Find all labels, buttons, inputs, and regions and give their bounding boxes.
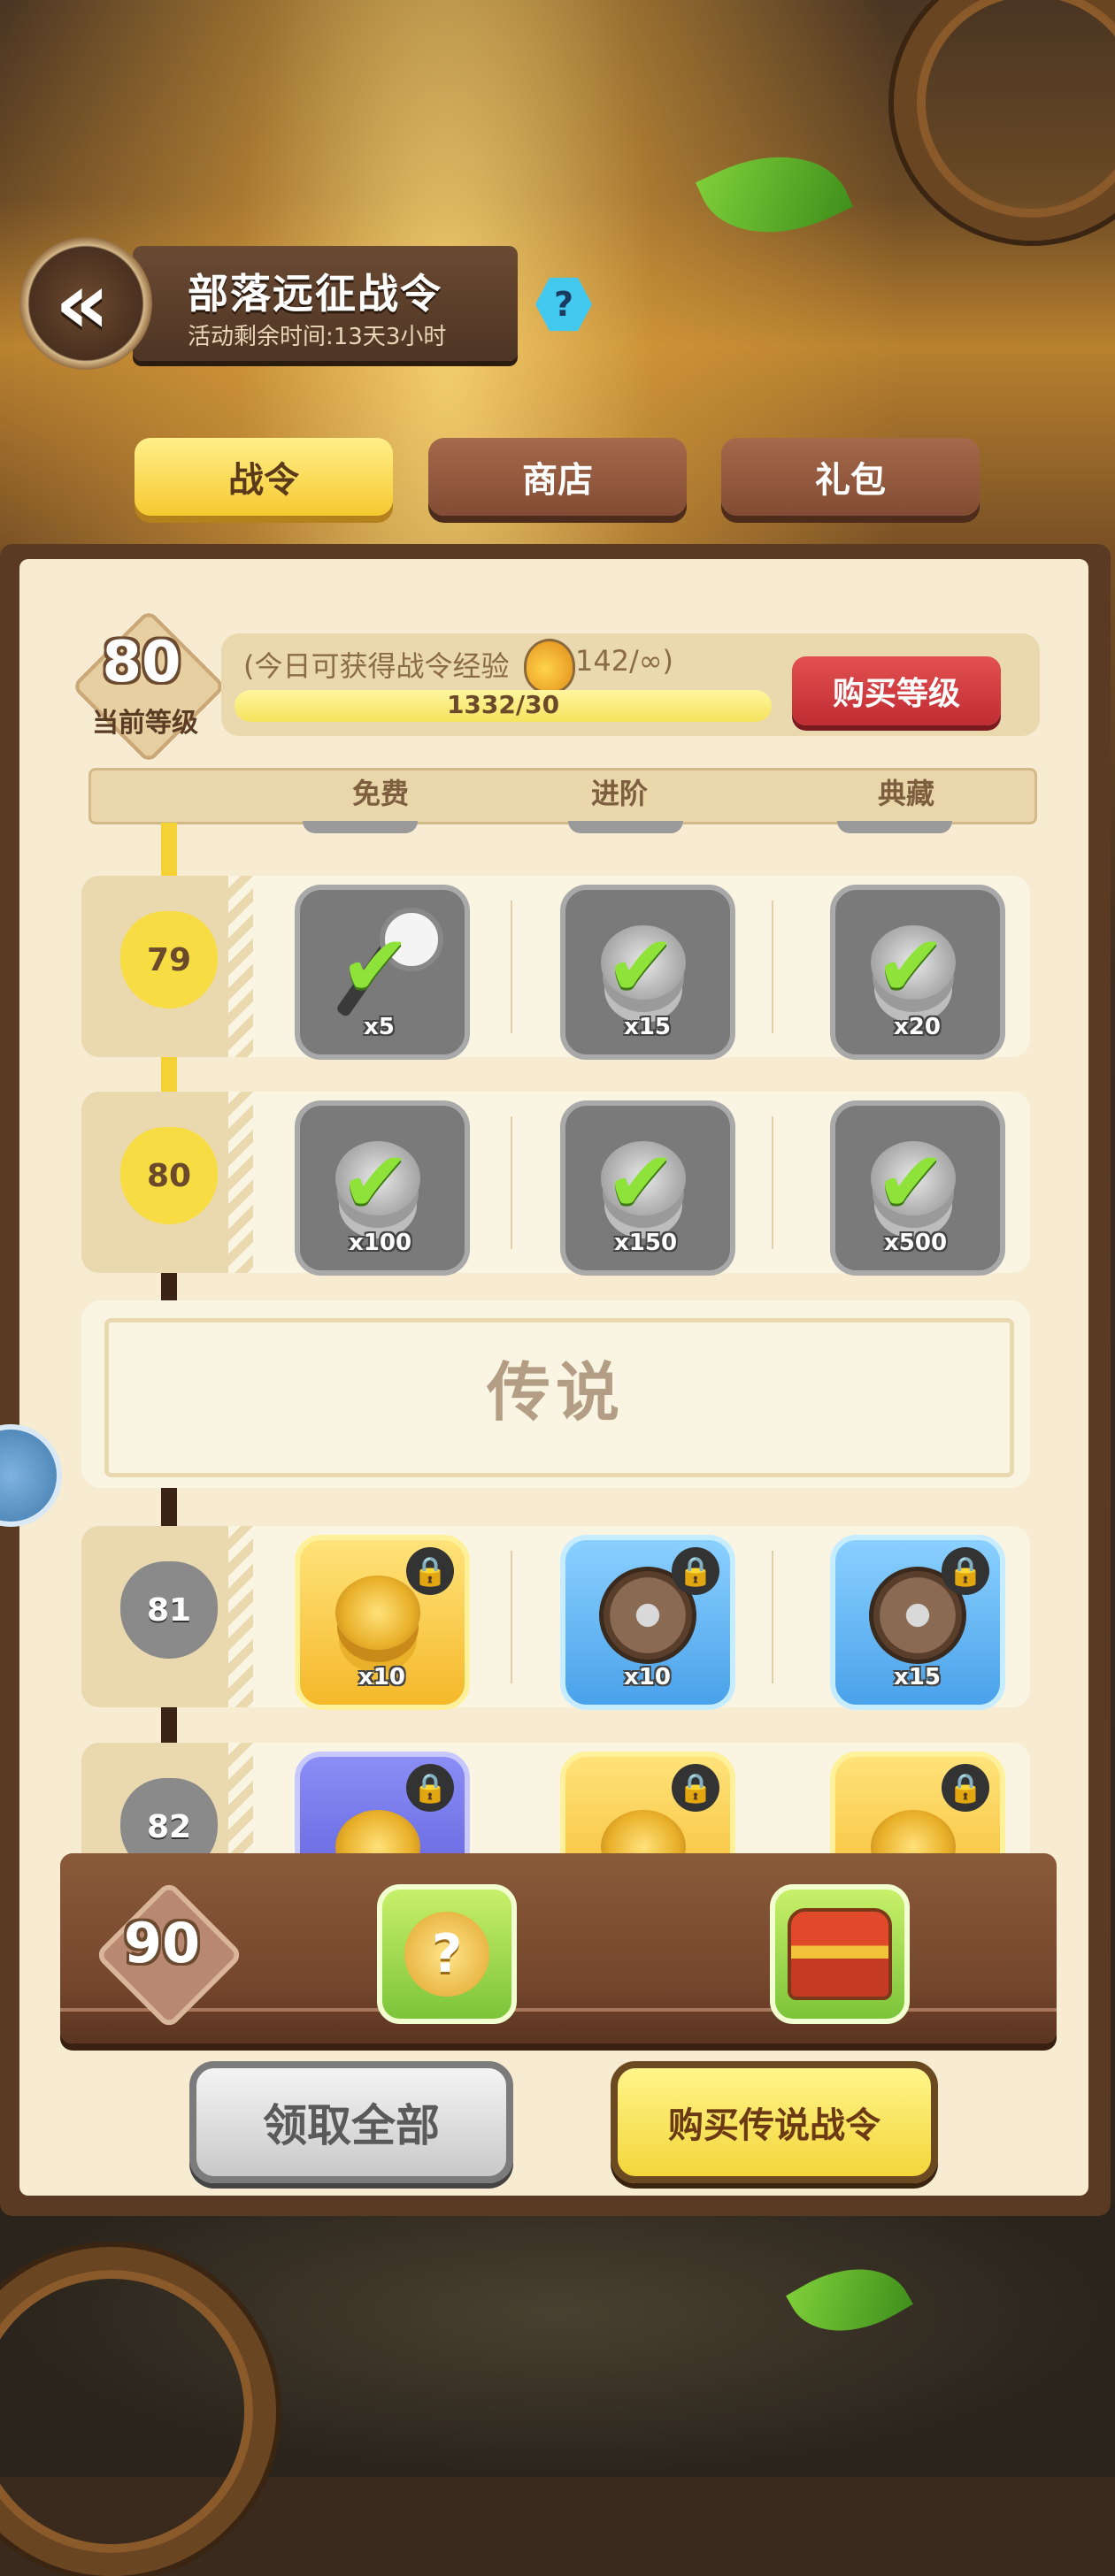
tab-shop[interactable]: 商店 bbox=[428, 438, 687, 516]
lock-icon: 🔒 bbox=[942, 1547, 989, 1595]
claim-all-button[interactable]: 领取全部 bbox=[189, 2061, 513, 2183]
row-divider-zigzag bbox=[228, 1092, 253, 1273]
event-time-remaining: 活动剩余时间:13天3小时 bbox=[188, 324, 447, 350]
chevron-double-left-icon: « bbox=[54, 254, 110, 353]
milestone-level: 90 bbox=[123, 1911, 201, 1975]
reward-qty: x5 bbox=[364, 1014, 395, 1040]
reward-79-collector[interactable]: ✔ x20 bbox=[830, 885, 1005, 1060]
reward-qty: x10 bbox=[358, 1664, 405, 1690]
reward-qty: x100 bbox=[349, 1230, 412, 1256]
reward-qty: x150 bbox=[614, 1230, 678, 1256]
reward-80-free[interactable]: ✔ x100 bbox=[295, 1100, 470, 1276]
lock-icon: 🔒 bbox=[672, 1764, 719, 1812]
column-advanced: 进阶 bbox=[591, 777, 649, 810]
reward-qty: x15 bbox=[894, 1664, 941, 1690]
reward-81-collector[interactable]: 🔒 x15 bbox=[830, 1535, 1005, 1710]
reward-81-advanced[interactable]: 🔒 x10 bbox=[560, 1535, 735, 1710]
column-free: 免费 bbox=[352, 777, 410, 810]
check-icon: ✔ bbox=[340, 916, 411, 1016]
check-icon: ✔ bbox=[875, 1132, 947, 1231]
daily-exp-label: (今日可获得战令经验 bbox=[243, 649, 510, 683]
row-divider-zigzag bbox=[228, 1526, 253, 1707]
reward-81-free[interactable]: 🔒 x10 bbox=[295, 1535, 470, 1710]
level-bag-81: 81 bbox=[120, 1561, 218, 1659]
column-divider bbox=[511, 1551, 512, 1683]
treasure-chest-icon bbox=[788, 1908, 892, 2000]
row-divider-zigzag bbox=[228, 876, 253, 1057]
reward-80-advanced[interactable]: ✔ x150 bbox=[560, 1100, 735, 1276]
gold-coins-icon bbox=[335, 1576, 420, 1650]
reward-qty: x20 bbox=[894, 1014, 941, 1040]
check-icon: ✔ bbox=[875, 916, 947, 1016]
column-divider bbox=[772, 1551, 773, 1683]
current-level-label: 当前等级 bbox=[92, 708, 198, 739]
mystery-orb-icon: ? bbox=[404, 1912, 489, 1997]
tab-gift-pack[interactable]: 礼包 bbox=[721, 438, 980, 516]
lock-icon: 🔒 bbox=[406, 1764, 454, 1812]
current-level-value: 80 bbox=[102, 630, 181, 695]
check-icon: ✔ bbox=[605, 916, 677, 1016]
page-title: 部落远征战令 bbox=[188, 270, 442, 318]
level-bag-80: 80 bbox=[120, 1127, 218, 1224]
question-icon: ? bbox=[553, 285, 574, 324]
daily-exp-limit: 142/∞) bbox=[575, 644, 673, 678]
partial-reward bbox=[568, 821, 683, 833]
reward-qty: x15 bbox=[624, 1014, 671, 1040]
lock-icon: 🔒 bbox=[942, 1764, 989, 1812]
buy-level-button[interactable]: 购买等级 bbox=[792, 656, 1001, 725]
buy-legend-pass-button[interactable]: 购买传说战令 bbox=[611, 2061, 938, 2183]
check-icon: ✔ bbox=[605, 1132, 677, 1231]
lock-icon: 🔒 bbox=[406, 1547, 454, 1595]
reward-80-collector[interactable]: ✔ x500 bbox=[830, 1100, 1005, 1276]
reward-qty: x10 bbox=[624, 1664, 671, 1690]
column-divider bbox=[772, 901, 773, 1033]
reward-79-free[interactable]: ✔ x5 bbox=[295, 885, 470, 1060]
potion-icon bbox=[524, 639, 575, 694]
legend-tier-label: 传说 bbox=[486, 1355, 625, 1430]
column-divider bbox=[772, 1116, 773, 1249]
lock-icon: 🔒 bbox=[672, 1547, 719, 1595]
exp-progress-text: 1332/30 bbox=[446, 690, 560, 719]
reward-qty: x500 bbox=[884, 1230, 948, 1256]
milestone-reward-premium[interactable] bbox=[770, 1884, 910, 2024]
tab-battle-pass[interactable]: 战令 bbox=[135, 438, 393, 516]
partial-reward bbox=[303, 821, 418, 833]
level-bag-79: 79 bbox=[120, 911, 218, 1008]
milestone-reward-free[interactable]: ? bbox=[377, 1884, 517, 2024]
check-icon: ✔ bbox=[340, 1132, 411, 1231]
column-divider bbox=[511, 901, 512, 1033]
back-button[interactable]: « bbox=[19, 237, 152, 370]
partial-reward bbox=[837, 821, 952, 833]
reward-79-advanced[interactable]: ✔ x15 bbox=[560, 885, 735, 1060]
column-divider bbox=[511, 1116, 512, 1249]
column-collector: 典藏 bbox=[878, 777, 935, 810]
